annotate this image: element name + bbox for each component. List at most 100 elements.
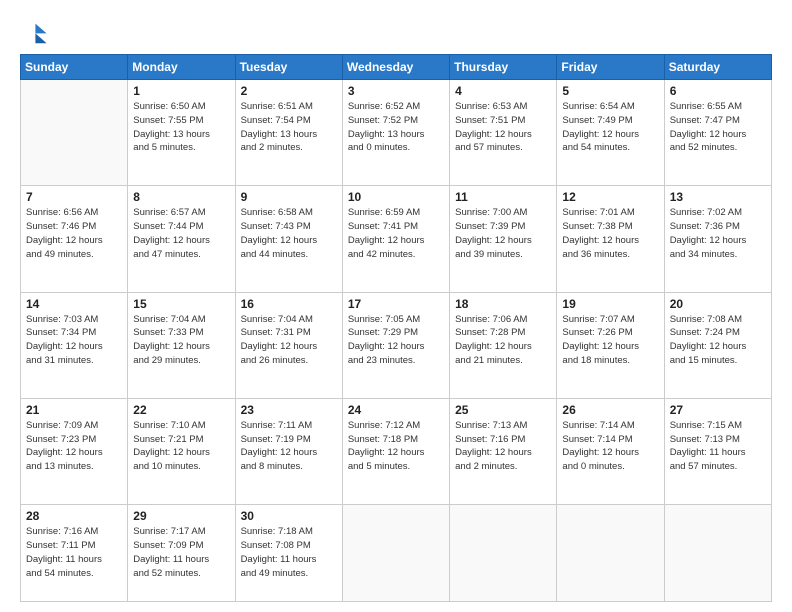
calendar-cell: 9Sunrise: 6:58 AM Sunset: 7:43 PM Daylig… <box>235 186 342 292</box>
day-info: Sunrise: 6:51 AM Sunset: 7:54 PM Dayligh… <box>241 100 337 155</box>
day-info: Sunrise: 6:54 AM Sunset: 7:49 PM Dayligh… <box>562 100 658 155</box>
day-number: 16 <box>241 297 337 311</box>
day-info: Sunrise: 7:05 AM Sunset: 7:29 PM Dayligh… <box>348 313 444 368</box>
logo-icon <box>20 18 48 46</box>
day-number: 6 <box>670 84 766 98</box>
day-info: Sunrise: 7:10 AM Sunset: 7:21 PM Dayligh… <box>133 419 229 474</box>
day-info: Sunrise: 7:01 AM Sunset: 7:38 PM Dayligh… <box>562 206 658 261</box>
calendar-cell: 5 Sunrise: 6:54 AM Sunset: 7:49 PM Daylig… <box>557 80 664 186</box>
day-info: Sunrise: 6:50 AM Sunset: 7:55 PM Dayligh… <box>133 100 229 155</box>
day-info: Sunrise: 6:56 AM Sunset: 7:46 PM Dayligh… <box>26 206 122 261</box>
day-info: Sunrise: 6:59 AM Sunset: 7:41 PM Dayligh… <box>348 206 444 261</box>
calendar-cell <box>557 505 664 602</box>
calendar-cell <box>342 505 449 602</box>
day-info: Sunrise: 7:08 AM Sunset: 7:24 PM Dayligh… <box>670 313 766 368</box>
calendar-cell: 25 Sunrise: 7:13 AM Sunset: 7:16 PM Dayli… <box>450 398 557 504</box>
header <box>20 18 772 46</box>
day-number: 7 <box>26 190 122 204</box>
day-number: 4 <box>455 84 551 98</box>
day-number: 13 <box>670 190 766 204</box>
calendar-week-2: 7 Sunrise: 6:56 AM Sunset: 7:46 PM Daylig… <box>21 186 772 292</box>
day-number: 1 <box>133 84 229 98</box>
day-info: Sunrise: 7:18 AM Sunset: 7:08 PM Dayligh… <box>241 525 337 580</box>
day-number: 29 <box>133 509 229 523</box>
day-number: 23 <box>241 403 337 417</box>
day-number: 18 <box>455 297 551 311</box>
day-info: Sunrise: 7:07 AM Sunset: 7:26 PM Dayligh… <box>562 313 658 368</box>
calendar-cell: 19 Sunrise: 7:07 AM Sunset: 7:26 PM Dayli… <box>557 292 664 398</box>
calendar-cell: 13 Sunrise: 7:02 AM Sunset: 7:36 PM Dayli… <box>664 186 771 292</box>
calendar-cell: 1 Sunrise: 6:50 AM Sunset: 7:55 PM Daylig… <box>128 80 235 186</box>
day-number: 28 <box>26 509 122 523</box>
day-number: 26 <box>562 403 658 417</box>
calendar-cell: 20Sunrise: 7:08 AM Sunset: 7:24 PM Dayli… <box>664 292 771 398</box>
day-number: 30 <box>241 509 337 523</box>
calendar-cell: 4 Sunrise: 6:53 AM Sunset: 7:51 PM Daylig… <box>450 80 557 186</box>
calendar-cell: 14 Sunrise: 7:03 AM Sunset: 7:34 PM Dayli… <box>21 292 128 398</box>
day-info: Sunrise: 6:53 AM Sunset: 7:51 PM Dayligh… <box>455 100 551 155</box>
calendar-week-4: 21 Sunrise: 7:09 AM Sunset: 7:23 PM Dayli… <box>21 398 772 504</box>
day-info: Sunrise: 7:12 AM Sunset: 7:18 PM Dayligh… <box>348 419 444 474</box>
calendar-cell: 30 Sunrise: 7:18 AM Sunset: 7:08 PM Dayli… <box>235 505 342 602</box>
calendar-cell: 23 Sunrise: 7:11 AM Sunset: 7:19 PM Dayli… <box>235 398 342 504</box>
day-number: 11 <box>455 190 551 204</box>
weekday-header-row: SundayMondayTuesdayWednesdayThursdayFrid… <box>21 55 772 80</box>
calendar-week-1: 1 Sunrise: 6:50 AM Sunset: 7:55 PM Daylig… <box>21 80 772 186</box>
day-info: Sunrise: 6:58 AM Sunset: 7:43 PM Dayligh… <box>241 206 337 261</box>
calendar-cell: 27 Sunrise: 7:15 AM Sunset: 7:13 PM Dayli… <box>664 398 771 504</box>
day-info: Sunrise: 6:57 AM Sunset: 7:44 PM Dayligh… <box>133 206 229 261</box>
day-info: Sunrise: 7:17 AM Sunset: 7:09 PM Dayligh… <box>133 525 229 580</box>
calendar-week-3: 14 Sunrise: 7:03 AM Sunset: 7:34 PM Dayli… <box>21 292 772 398</box>
day-number: 24 <box>348 403 444 417</box>
day-info: Sunrise: 6:55 AM Sunset: 7:47 PM Dayligh… <box>670 100 766 155</box>
calendar-cell: 10 Sunrise: 6:59 AM Sunset: 7:41 PM Dayli… <box>342 186 449 292</box>
day-info: Sunrise: 7:13 AM Sunset: 7:16 PM Dayligh… <box>455 419 551 474</box>
calendar-cell: 15 Sunrise: 7:04 AM Sunset: 7:33 PM Dayli… <box>128 292 235 398</box>
day-number: 10 <box>348 190 444 204</box>
day-number: 19 <box>562 297 658 311</box>
calendar-cell: 21 Sunrise: 7:09 AM Sunset: 7:23 PM Dayli… <box>21 398 128 504</box>
day-info: Sunrise: 7:03 AM Sunset: 7:34 PM Dayligh… <box>26 313 122 368</box>
day-number: 17 <box>348 297 444 311</box>
calendar-cell: 17 Sunrise: 7:05 AM Sunset: 7:29 PM Dayli… <box>342 292 449 398</box>
calendar-cell: 3Sunrise: 6:52 AM Sunset: 7:52 PM Daylig… <box>342 80 449 186</box>
logo <box>20 18 52 46</box>
calendar-week-5: 28 Sunrise: 7:16 AM Sunset: 7:11 PM Dayli… <box>21 505 772 602</box>
day-number: 12 <box>562 190 658 204</box>
calendar-cell <box>21 80 128 186</box>
day-info: Sunrise: 7:00 AM Sunset: 7:39 PM Dayligh… <box>455 206 551 261</box>
day-number: 14 <box>26 297 122 311</box>
day-number: 25 <box>455 403 551 417</box>
calendar-cell <box>450 505 557 602</box>
weekday-header-wednesday: Wednesday <box>342 55 449 80</box>
day-number: 2 <box>241 84 337 98</box>
weekday-header-tuesday: Tuesday <box>235 55 342 80</box>
day-info: Sunrise: 7:16 AM Sunset: 7:11 PM Dayligh… <box>26 525 122 580</box>
weekday-header-monday: Monday <box>128 55 235 80</box>
day-number: 8 <box>133 190 229 204</box>
day-info: Sunrise: 7:02 AM Sunset: 7:36 PM Dayligh… <box>670 206 766 261</box>
day-number: 15 <box>133 297 229 311</box>
day-number: 5 <box>562 84 658 98</box>
day-info: Sunrise: 6:52 AM Sunset: 7:52 PM Dayligh… <box>348 100 444 155</box>
calendar-cell: 28 Sunrise: 7:16 AM Sunset: 7:11 PM Dayli… <box>21 505 128 602</box>
calendar-table: SundayMondayTuesdayWednesdayThursdayFrid… <box>20 54 772 602</box>
weekday-header-thursday: Thursday <box>450 55 557 80</box>
calendar-cell: 22Sunrise: 7:10 AM Sunset: 7:21 PM Dayli… <box>128 398 235 504</box>
day-info: Sunrise: 7:09 AM Sunset: 7:23 PM Dayligh… <box>26 419 122 474</box>
calendar-cell: 12 Sunrise: 7:01 AM Sunset: 7:38 PM Dayli… <box>557 186 664 292</box>
calendar-cell: 6 Sunrise: 6:55 AM Sunset: 7:47 PM Daylig… <box>664 80 771 186</box>
day-number: 21 <box>26 403 122 417</box>
calendar-cell <box>664 505 771 602</box>
day-info: Sunrise: 7:14 AM Sunset: 7:14 PM Dayligh… <box>562 419 658 474</box>
day-info: Sunrise: 7:04 AM Sunset: 7:33 PM Dayligh… <box>133 313 229 368</box>
weekday-header-sunday: Sunday <box>21 55 128 80</box>
day-info: Sunrise: 7:11 AM Sunset: 7:19 PM Dayligh… <box>241 419 337 474</box>
calendar-cell: 18 Sunrise: 7:06 AM Sunset: 7:28 PM Dayli… <box>450 292 557 398</box>
day-info: Sunrise: 7:15 AM Sunset: 7:13 PM Dayligh… <box>670 419 766 474</box>
calendar-cell: 24 Sunrise: 7:12 AM Sunset: 7:18 PM Dayli… <box>342 398 449 504</box>
day-info: Sunrise: 7:06 AM Sunset: 7:28 PM Dayligh… <box>455 313 551 368</box>
calendar-cell: 26 Sunrise: 7:14 AM Sunset: 7:14 PM Dayli… <box>557 398 664 504</box>
page: SundayMondayTuesdayWednesdayThursdayFrid… <box>0 0 792 612</box>
day-number: 27 <box>670 403 766 417</box>
